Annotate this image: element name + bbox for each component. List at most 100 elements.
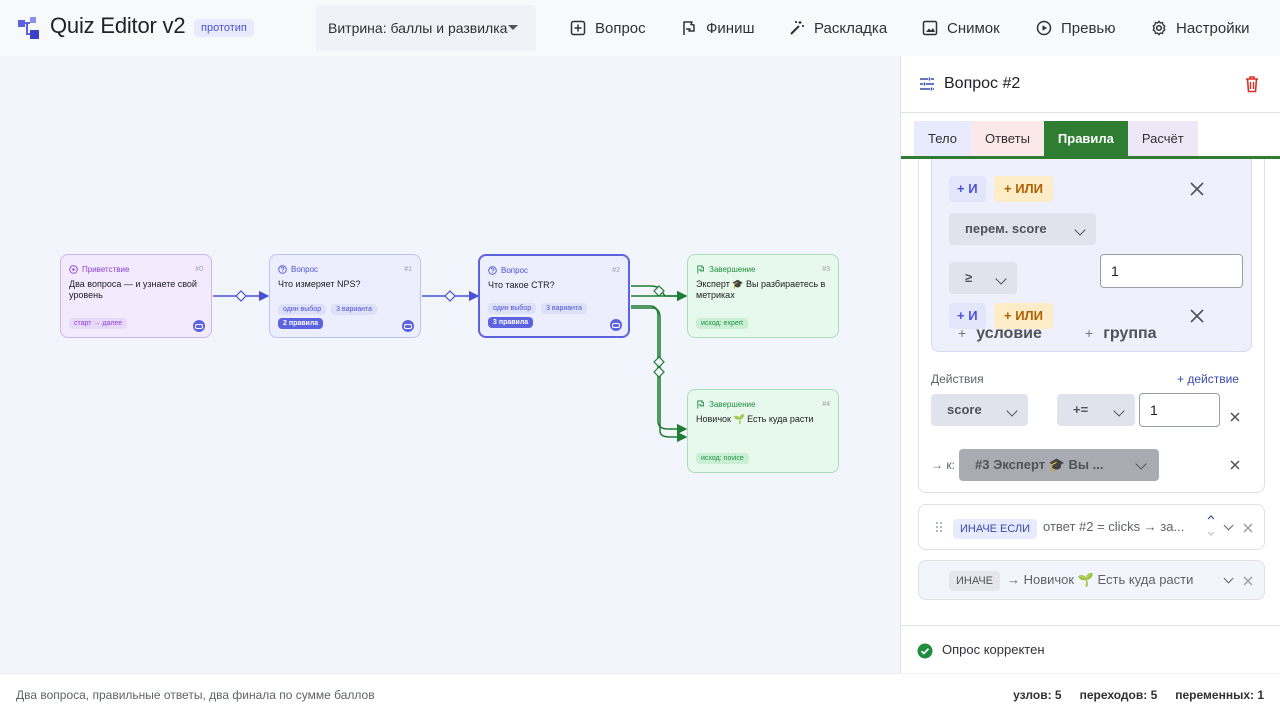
tune-icon — [920, 77, 934, 91]
add-finish-button[interactable]: Финиш — [681, 16, 754, 40]
goto-label: → к: — [931, 458, 955, 472]
expand-chevron-icon[interactable] — [1223, 573, 1234, 584]
action-variable-select[interactable]: score — [931, 394, 1028, 426]
tab-rules[interactable]: Правила — [1043, 121, 1128, 159]
rule-else-if[interactable]: ИНАЧЕ ЕСЛИ ответ #2 = clicks → за... — [918, 504, 1265, 550]
actions-label: Действия — [931, 372, 984, 386]
node-finish-novice[interactable]: Завершение #4 Новичок 🌱 Есть куда расти … — [687, 389, 839, 473]
operator-select-value: ≥ — [965, 270, 973, 285]
edge-0-1[interactable] — [213, 290, 270, 302]
add-action-link[interactable]: + действие — [1177, 372, 1239, 386]
add-group-link[interactable]: + группа — [1085, 325, 1157, 343]
node-title: Эксперт 🎓 Вы разбираетесь в метриках — [696, 279, 826, 300]
remove-rule-icon[interactable] — [1243, 523, 1253, 533]
chevron-down-icon — [1006, 405, 1018, 417]
flag-icon — [697, 264, 705, 274]
add-or-button[interactable]: + ИЛИ — [994, 176, 1054, 202]
transitions-count: переходов: 5 — [1079, 688, 1158, 702]
nodes-count: узлов: 5 — [1013, 688, 1062, 702]
remove-action-icon[interactable] — [1230, 412, 1240, 422]
add-and-button[interactable]: + И — [949, 176, 986, 202]
move-up-icon[interactable] — [1207, 515, 1215, 520]
rule-kind-chip: ИНАЧЕ ЕСЛИ — [953, 519, 1038, 539]
panel-title: Вопрос #2 — [944, 75, 1021, 92]
node-chip: один выбор — [488, 303, 537, 314]
drag-handle-icon[interactable] — [935, 521, 943, 533]
node-finish-expert[interactable]: Завершение #3 Эксперт 🎓 Вы разбираетесь … — [687, 254, 839, 338]
remove-goto-icon[interactable] — [1230, 460, 1240, 470]
dropdown-caret-icon — [508, 25, 518, 30]
panel-header: Вопрос #2 — [901, 56, 1280, 113]
check-circle-icon — [917, 643, 933, 659]
top-bar: Quiz Editor v2 прототип Витрина: баллы и… — [0, 0, 1280, 56]
node-question-2[interactable]: Вопрос #2 Что такое CTR? один выбор 3 ва… — [478, 254, 630, 338]
flag-icon — [683, 21, 695, 35]
node-outcome-chip: исход: expert — [696, 318, 748, 329]
goto-target-select[interactable]: #3 Эксперт 🎓 Вы ... — [959, 449, 1159, 481]
add-action-label: действие — [1187, 372, 1239, 386]
goto-target-value: #3 Эксперт 🎓 Вы ... — [975, 457, 1104, 472]
play-circle-icon — [69, 264, 78, 274]
gear-icon — [1152, 20, 1166, 36]
variables-count: переменных: 1 — [1175, 688, 1264, 702]
action-variable-value: score — [947, 402, 982, 417]
node-number: #2 — [612, 266, 620, 274]
preview-button[interactable]: Превью — [1036, 16, 1116, 40]
node-link-icon[interactable] — [402, 320, 414, 332]
node-link-icon[interactable] — [193, 320, 205, 332]
preview-label: Превью — [1061, 19, 1116, 37]
showcase-select[interactable]: Витрина: баллы и развилка — [316, 5, 536, 51]
node-welcome[interactable]: Приветствие #0 Два вопроса — и узнаете с… — [60, 254, 212, 338]
auto-layout-button[interactable]: Раскладка — [789, 16, 887, 40]
expand-chevron-icon[interactable] — [1223, 520, 1234, 531]
settings-label: Настройки — [1176, 19, 1250, 37]
tab-answers[interactable]: Ответы — [970, 121, 1044, 159]
node-question-1[interactable]: Вопрос #1 Что измеряет NPS? один выбор 3… — [269, 254, 421, 338]
node-chip: 3 варианта — [541, 303, 588, 314]
variable-select[interactable]: перем. score — [949, 213, 1096, 245]
snapshot-button[interactable]: Снимок — [922, 16, 1000, 40]
settings-button[interactable]: Настройки — [1151, 16, 1250, 40]
add-question-button[interactable]: Вопрос — [570, 16, 646, 40]
plus-icon: + — [958, 325, 967, 341]
add-finish-label: Финиш — [706, 19, 755, 37]
node-link-icon[interactable] — [610, 319, 622, 331]
remove-group-icon[interactable] — [1190, 182, 1204, 196]
remove-group-icon[interactable] — [1190, 309, 1204, 323]
node-title: Новичок 🌱 Есть куда расти — [696, 414, 814, 424]
move-down-icon[interactable] — [1207, 531, 1215, 536]
action-value-input[interactable]: 1 — [1139, 393, 1220, 427]
rules-scroll-area[interactable]: + И + ИЛИ перем. score ≥ 1 + И + ИЛИ + ус… — [901, 159, 1280, 624]
action-operator-value: += — [1073, 402, 1089, 417]
edge-1-2[interactable] — [422, 290, 480, 302]
rule-else[interactable]: ИНАЧЕ → Новичок 🌱 Есть куда расти — [918, 560, 1265, 600]
edges-layer — [213, 285, 688, 443]
node-number: #0 — [195, 265, 203, 273]
play-circle-icon — [1036, 20, 1052, 36]
action-operator-select[interactable]: += — [1057, 394, 1135, 426]
chevron-down-icon — [1113, 405, 1125, 417]
tab-calculation[interactable]: Расчёт — [1127, 121, 1198, 159]
flow-canvas[interactable]: Приветствие #0 Два вопроса — и узнаете с… — [0, 56, 900, 673]
node-number: #1 — [404, 265, 412, 273]
panel-tabs: Тело Ответы Правила Расчёт — [914, 121, 1198, 159]
node-number: #3 — [822, 265, 830, 273]
help-circle-icon — [488, 265, 497, 275]
tab-body[interactable]: Тело — [914, 121, 971, 159]
remove-rule-icon[interactable] — [1243, 576, 1253, 586]
add-condition-link[interactable]: + условие — [958, 325, 1042, 343]
condition-value-input[interactable]: 1 — [1100, 254, 1243, 288]
node-kind: Приветствие — [82, 264, 130, 274]
app-title: Quiz Editor v2 — [50, 13, 186, 38]
variable-select-value: перем. score — [965, 221, 1047, 236]
operator-select[interactable]: ≥ — [949, 262, 1017, 294]
rule-summary: → Новичок 🌱 Есть куда расти — [1007, 572, 1194, 587]
rule-kind-chip: ИНАЧЕ — [949, 571, 1000, 591]
chevron-down-icon — [995, 273, 1007, 285]
node-kind: Завершение — [709, 399, 756, 409]
delete-icon[interactable] — [1244, 75, 1260, 93]
node-number: #4 — [822, 400, 830, 408]
edge-2-4[interactable] — [631, 305, 688, 443]
edge-2-3[interactable] — [631, 285, 688, 302]
magic-wand-icon — [790, 21, 804, 35]
